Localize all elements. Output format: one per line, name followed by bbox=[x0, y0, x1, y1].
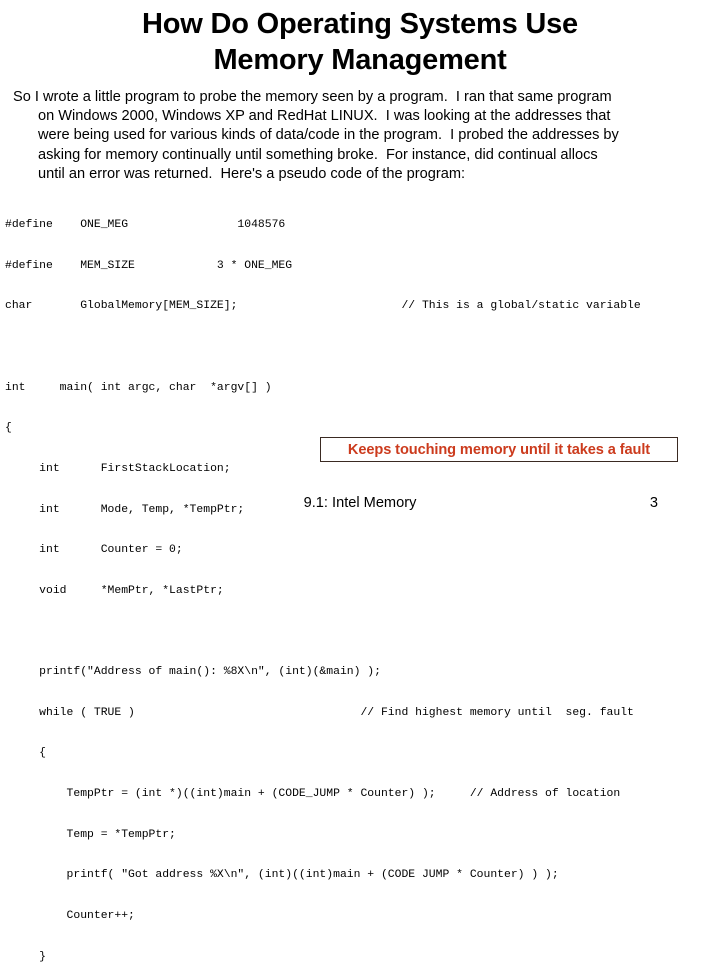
code-line: printf("Address of main(): %8X\n", (int)… bbox=[5, 666, 381, 679]
code-line: while ( TRUE ) // Find highest memory un… bbox=[5, 706, 634, 719]
callout-label: Keeps touching memory until it takes a f… bbox=[347, 441, 651, 458]
code-line: { bbox=[5, 422, 12, 435]
code-line: TempPtr = (int *)((int)main + (CODE_JUMP… bbox=[5, 788, 621, 801]
body-line-5: until an error was returned. Here's a ps… bbox=[38, 165, 466, 182]
code-line: int Counter = 0; bbox=[5, 544, 183, 557]
code-line: void *MemPtr, *LastPtr; bbox=[5, 584, 224, 597]
page-title: How Do Operating Systems Use Memory Mana… bbox=[0, 6, 720, 78]
code-line: } bbox=[5, 950, 47, 963]
footer-page-number: 3 bbox=[649, 495, 658, 511]
code-line: Temp = *TempPtr; bbox=[5, 828, 176, 841]
slide-footer: 9.1: Intel Memory 3 bbox=[0, 495, 720, 517]
footer-section-label: 9.1: Intel Memory bbox=[303, 495, 417, 511]
body-line-1: So I wrote a little program to probe the… bbox=[13, 89, 612, 105]
page-title-line-2: Memory Management bbox=[213, 44, 507, 76]
code-listing: #define ONE_MEG 1048576 #define MEM_SIZE… bbox=[5, 192, 719, 978]
code-line: Counter++; bbox=[5, 909, 135, 922]
body-line-4: asking for memory continually until some… bbox=[38, 146, 598, 163]
callout-box: Keeps touching memory until it takes a f… bbox=[320, 437, 678, 462]
page-title-line-1: How Do Operating Systems Use bbox=[142, 8, 578, 40]
body-paragraph: So I wrote a little program to probe the… bbox=[13, 88, 707, 184]
code-line: printf( "Got address %X\n", (int)((int)m… bbox=[5, 869, 559, 882]
body-line-2: on Windows 2000, Windows XP and RedHat L… bbox=[38, 108, 611, 125]
code-line: char GlobalMemory[MEM_SIZE]; // This is … bbox=[5, 300, 641, 313]
body-line-3: were being used for various kinds of dat… bbox=[38, 127, 619, 144]
code-line: { bbox=[5, 747, 47, 760]
code-line: #define ONE_MEG 1048576 bbox=[5, 219, 286, 232]
code-line: #define MEM_SIZE 3 * ONE_MEG bbox=[5, 259, 293, 272]
code-line: int FirstStackLocation; bbox=[5, 462, 231, 475]
code-line: int main( int argc, char *argv[] ) bbox=[5, 381, 272, 394]
